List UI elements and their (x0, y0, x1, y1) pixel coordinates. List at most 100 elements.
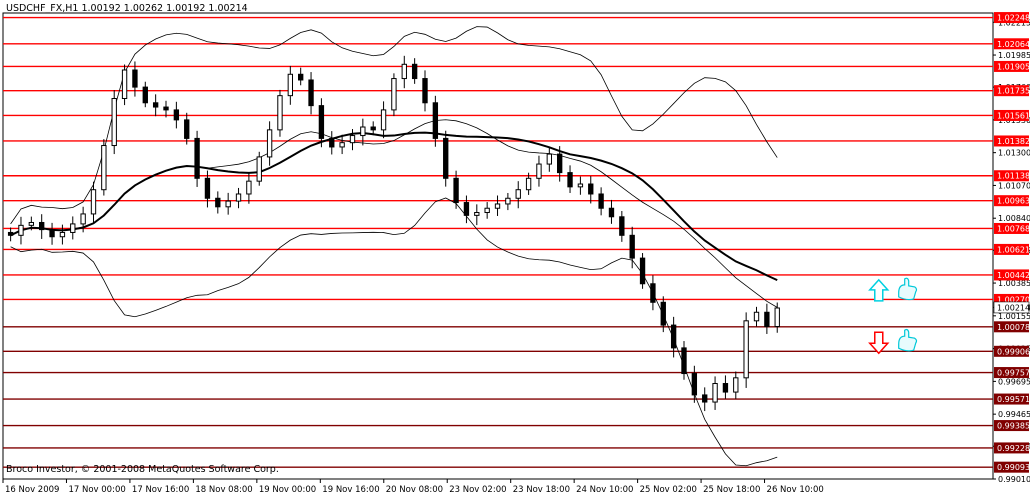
candle-body (132, 69, 138, 88)
chart-root: 1.022151.019851.017601.015301.013001.010… (0, 0, 1030, 495)
candle-body (277, 95, 283, 131)
candle-body (287, 73, 294, 97)
candle-body (370, 126, 376, 131)
candle-body (494, 203, 501, 209)
level-price-label: 1.00768 (997, 224, 1030, 233)
level-price-label: 1.00078 (997, 323, 1030, 332)
candle-body (629, 234, 635, 259)
level-price-label: 0.99093 (997, 463, 1030, 472)
x-tick-label: 17 Nov 16:00 (132, 485, 189, 495)
candle-body (215, 197, 221, 208)
x-tick-label: 24 Nov 10:00 (576, 485, 633, 495)
y-tick-label: 1.01300 (998, 149, 1030, 158)
x-tick-label: 26 Nov 10:00 (767, 485, 824, 495)
candle-body (619, 216, 625, 236)
candle-body (546, 153, 552, 165)
level-price-label: 1.00442 (997, 271, 1030, 280)
level-price-label: 0.99757 (997, 369, 1030, 378)
up-arrow-icon (868, 278, 890, 302)
candle-body (28, 221, 35, 226)
candle-body (702, 394, 708, 403)
candle-body (557, 153, 563, 174)
y-tick-label: 0.99695 (998, 377, 1030, 386)
candle-body (505, 197, 511, 205)
price-axis: 1.022151.019851.017601.015301.013001.010… (993, 12, 1030, 484)
candle-body (536, 163, 542, 179)
candle-body (432, 102, 439, 139)
x-tick-label: 18 Nov 08:00 (195, 485, 252, 495)
bollinger-middle (10, 119, 778, 308)
candle-body (577, 183, 584, 188)
level-price-label: 1.01905 (997, 62, 1030, 71)
candle-body (121, 69, 128, 100)
level-price-label: 0.99906 (997, 347, 1030, 356)
candle-body (318, 105, 325, 139)
x-tick-label: 17 Nov 00:00 (68, 485, 125, 495)
candle-body (111, 98, 117, 147)
time-axis: 16 Nov 2009 17 Nov 00:00 17 Nov 16:00 18 No… (2, 479, 824, 495)
candle-body (7, 231, 14, 236)
candle-body (90, 189, 97, 215)
level-price-label: 1.00963 (997, 197, 1030, 206)
candlestick-chart: 1.022151.019851.017601.015301.013001.010… (2, 3, 1030, 495)
candle-body (235, 193, 242, 202)
candle-body (380, 109, 387, 131)
candle-body (525, 177, 532, 191)
candle-body (246, 180, 252, 195)
moving-average-line (10, 131, 778, 282)
y-tick-label: 1.01985 (998, 51, 1030, 60)
candle-body (567, 172, 573, 188)
level-price-label: 1.02248 (997, 14, 1030, 23)
candle-body (764, 311, 770, 328)
candle-body (411, 63, 418, 80)
candle-body (712, 383, 718, 403)
candle-body (722, 383, 729, 393)
candle-body (266, 129, 273, 158)
candle-body (339, 142, 345, 148)
candle-body (691, 373, 698, 396)
candle-body (443, 137, 449, 179)
y-tick-label: 1.01070 (998, 181, 1030, 190)
candle-body (298, 73, 304, 81)
candle-body (163, 106, 169, 111)
hand-icon (898, 277, 918, 301)
candle-body (598, 193, 604, 209)
candle-body (474, 212, 480, 216)
current-price-label: 1.00214 (997, 303, 1030, 312)
plot-frame (2, 12, 994, 480)
candle-body (256, 156, 262, 182)
candle-body (650, 283, 656, 303)
candle-body (453, 177, 459, 204)
candle-body (184, 119, 190, 139)
down-arrow-icon (868, 331, 890, 355)
levels-layer (3, 16, 993, 468)
candle-body (142, 86, 148, 104)
candle-body (204, 177, 211, 199)
candles-layer (7, 55, 780, 412)
level-price-label: 0.99228 (997, 444, 1030, 453)
x-tick-label: 25 Nov 18:00 (703, 485, 760, 495)
level-price-label: 1.01138 (997, 172, 1030, 181)
candle-body (733, 377, 739, 393)
candle-body (463, 202, 470, 216)
x-tick-label: 19 Nov 00:00 (259, 485, 316, 495)
y-tick-label: 0.99465 (998, 410, 1030, 419)
x-tick-label: 25 Nov 02:00 (640, 485, 697, 495)
candle-body (608, 207, 615, 218)
chart-title: USDCHF_FX,H1 1.00192 1.00262 1.00192 1.0… (6, 3, 248, 14)
level-price-label: 1.02064 (997, 40, 1030, 49)
candle-body (49, 229, 55, 238)
copyright-text: Broco Investor, © 2001-2008 MetaQuotes S… (6, 464, 279, 475)
hand-icon (898, 328, 918, 352)
candle-body (59, 231, 66, 238)
moving-average-layer (10, 131, 778, 282)
candle-body (743, 320, 749, 379)
candle-body (18, 224, 24, 236)
candle-body (753, 311, 760, 322)
level-price-label: 1.01382 (997, 137, 1030, 146)
x-tick-label: 20 Nov 08:00 (386, 485, 443, 495)
candle-body (194, 137, 200, 179)
candle-body (588, 183, 594, 195)
candle-body (660, 301, 666, 326)
candle-body (774, 307, 780, 328)
